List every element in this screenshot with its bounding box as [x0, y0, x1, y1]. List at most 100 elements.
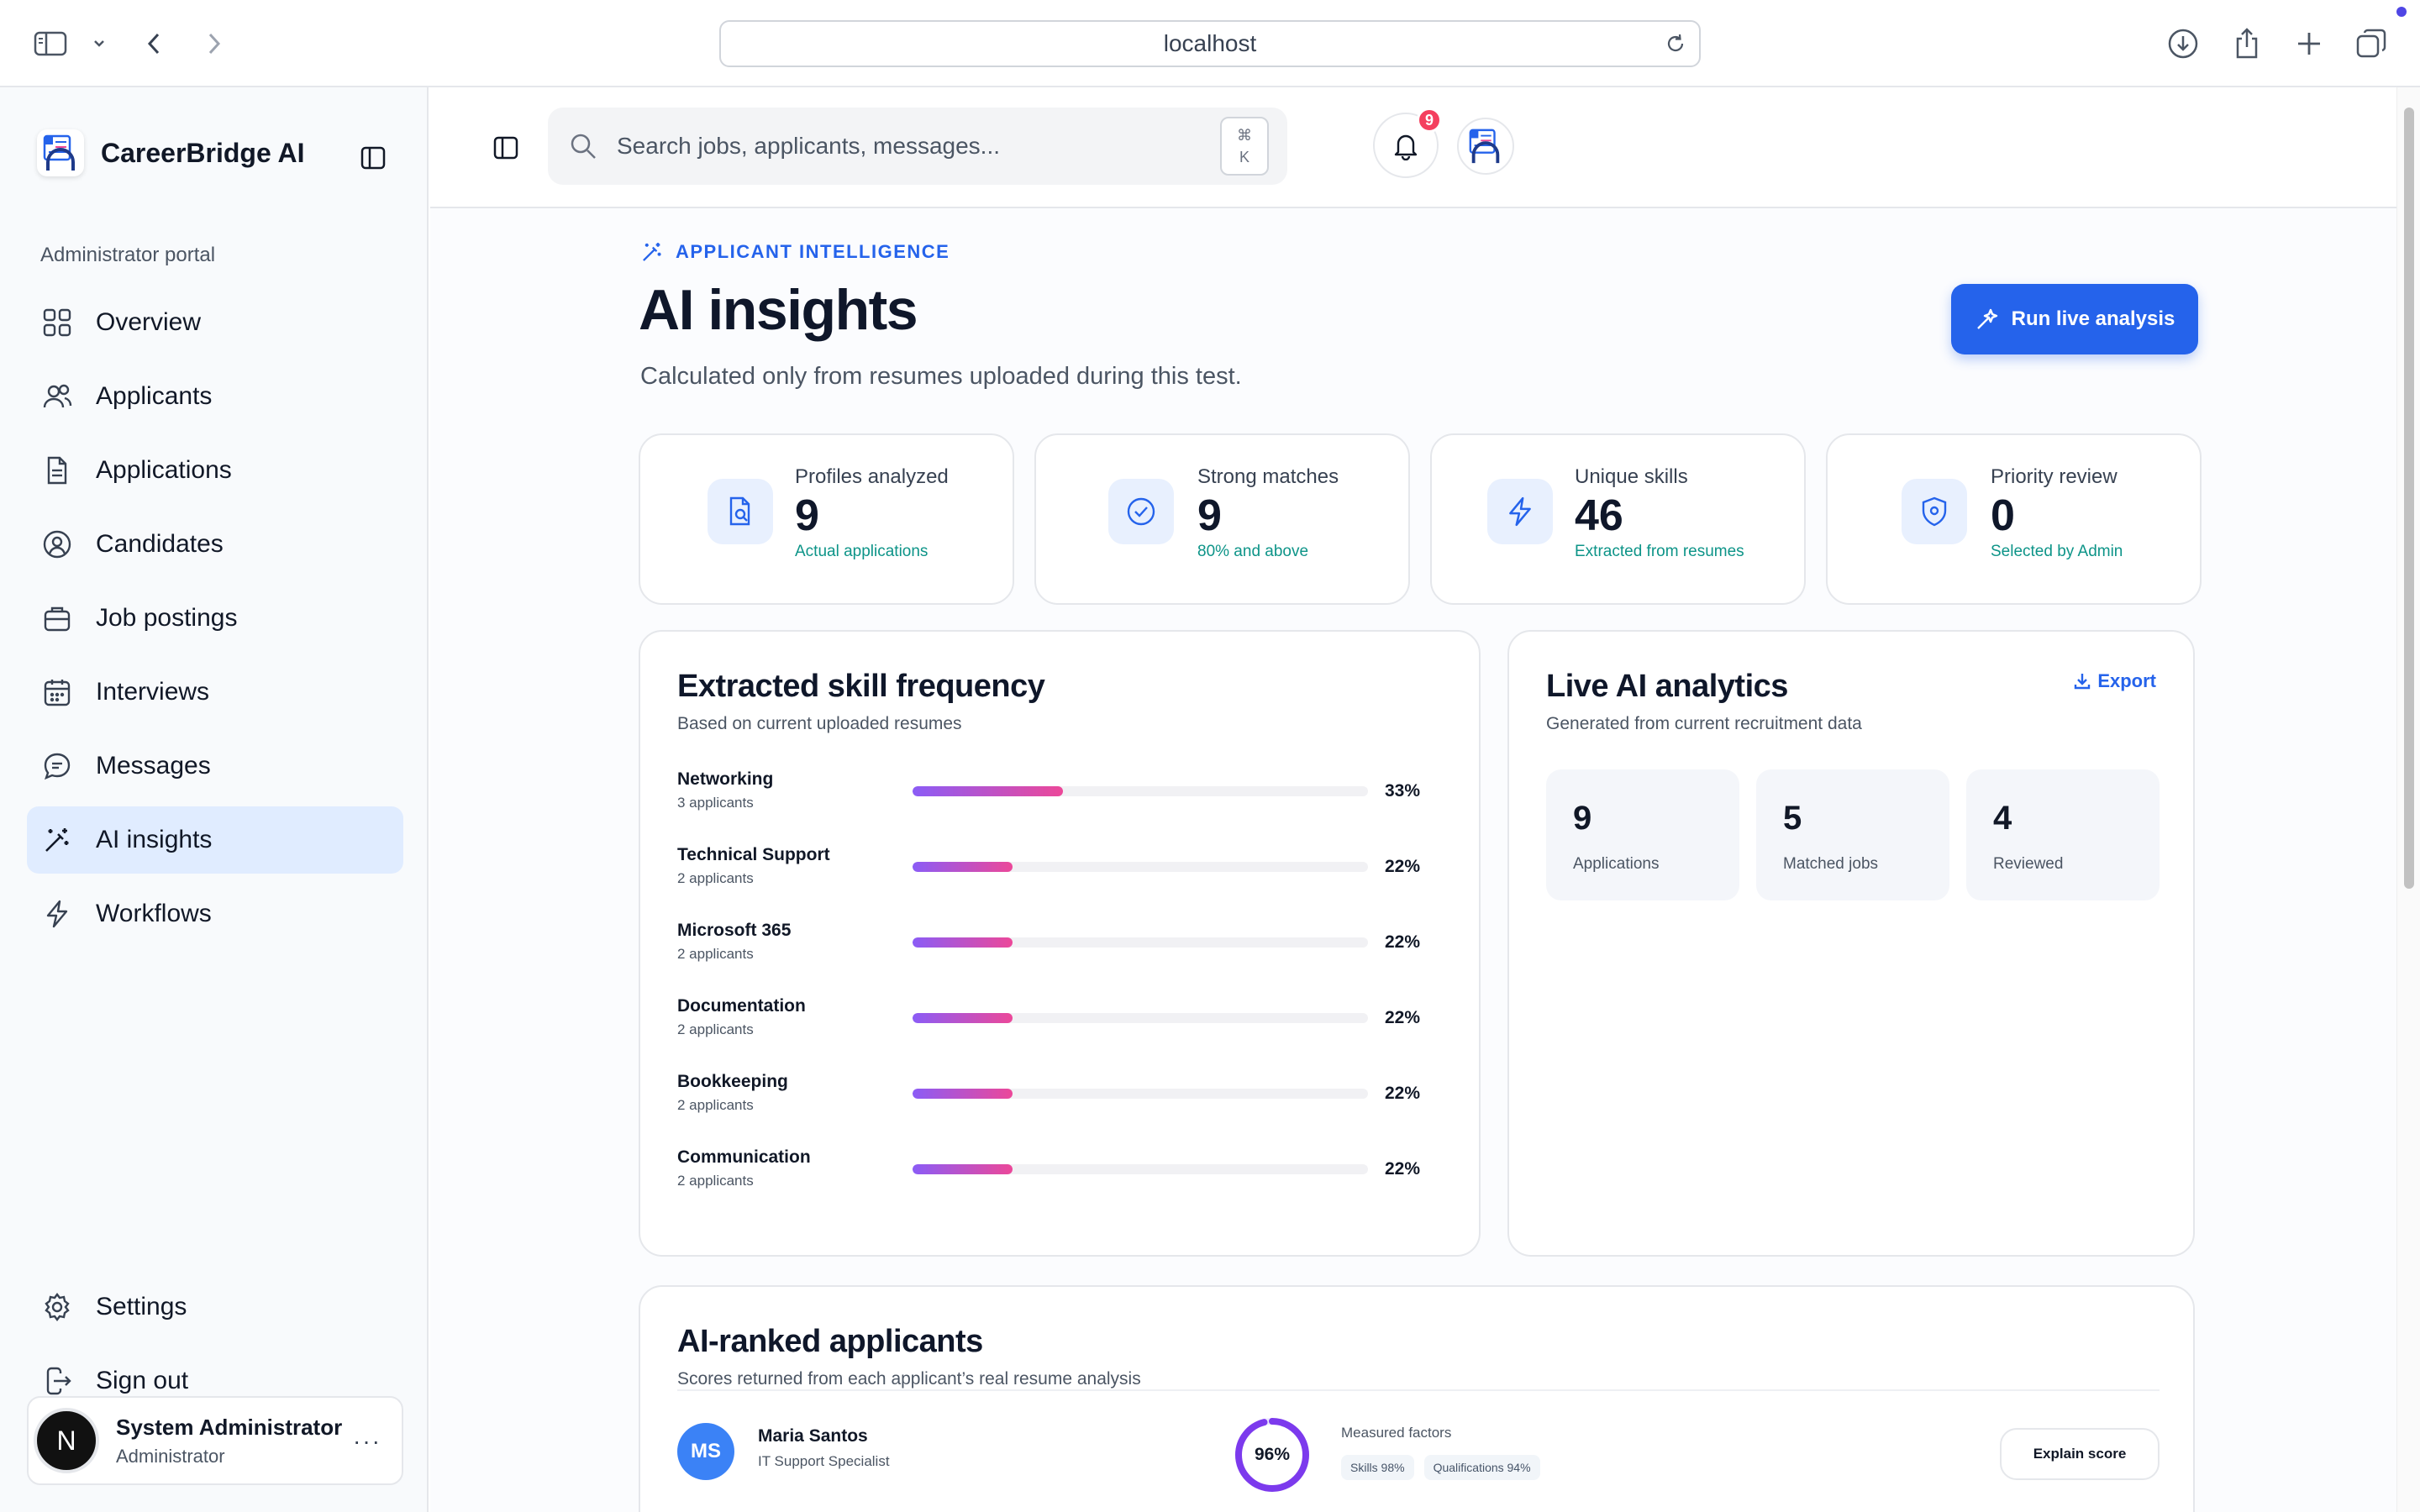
sidebar-item-messages[interactable]: Messages [27, 732, 403, 800]
export-button[interactable]: Export [2072, 670, 2156, 692]
sidebar-item-workflows[interactable]: Workflows [27, 880, 403, 948]
export-label: Export [2097, 670, 2156, 691]
stat-value: 9 [795, 491, 819, 540]
skill-name: Technical Support [677, 845, 830, 864]
skill-percent: 22% [1385, 1159, 1421, 1179]
sidebar-nav: Overview Applicants Applications Candida… [27, 289, 403, 954]
card-subtitle: Scores returned from each applicant’s re… [677, 1369, 1141, 1389]
forward-icon[interactable] [195, 25, 232, 62]
chevron-down-icon[interactable] [81, 25, 118, 62]
skill-name: Documentation [677, 996, 806, 1016]
grid-icon [40, 306, 74, 339]
skill-percent: 33% [1385, 781, 1421, 801]
stat-label: Strong matches [1197, 465, 1339, 488]
sidebar-item-ai-insights[interactable]: AI insights [27, 806, 403, 874]
skill-bar-fill [913, 786, 1063, 796]
metric-label: Applications [1573, 855, 1660, 873]
page-eyebrow: APPLICANT INTELLIGENCE [640, 240, 950, 264]
skill-row: Technical Support 2 applicants 22% [677, 845, 1434, 895]
briefcase-icon [40, 601, 74, 635]
users-icon [40, 380, 74, 413]
user-role: Administrator [116, 1445, 225, 1467]
skill-name: Networking [677, 769, 774, 789]
explain-score-button[interactable]: Explain score [2000, 1428, 2160, 1480]
sidebar-item-label: Job postings [96, 604, 238, 632]
new-tab-icon[interactable] [2291, 25, 2328, 62]
stat-value: 0 [1991, 491, 2015, 540]
sidebar-item-candidates[interactable]: Candidates [27, 511, 403, 578]
shield-icon [1902, 479, 1967, 544]
download-icon[interactable] [2165, 25, 2202, 62]
sidebar-item-applicants[interactable]: Applicants [27, 363, 403, 430]
metric-tile-matched-jobs: 5 Matched jobs [1756, 769, 1949, 900]
lightning-icon [40, 897, 74, 931]
skill-count: 2 applicants [677, 1173, 754, 1189]
live-analytics-card: Live AI analytics Generated from current… [1507, 630, 2195, 1257]
document-search-icon [708, 479, 773, 544]
tab-overview-icon[interactable] [2353, 25, 2390, 62]
brand-name: CareerBridge AI [101, 137, 305, 168]
run-live-analysis-button[interactable]: Run live analysis [1951, 284, 2198, 354]
gear-icon [40, 1290, 74, 1324]
measured-factors: Measured factors Skills 98% Qualificatio… [1341, 1425, 1540, 1480]
card-title: AI-ranked applicants [677, 1324, 983, 1359]
notification-count-badge: 9 [1417, 108, 1442, 133]
profile-avatar[interactable] [1457, 118, 1514, 175]
skill-row: Documentation 2 applicants 22% [677, 996, 1434, 1047]
skill-percent: 22% [1385, 857, 1421, 876]
sidebar-item-overview[interactable]: Overview [27, 289, 403, 356]
stat-note: Extracted from resumes [1575, 543, 1744, 560]
scrollbar-thumb[interactable] [2404, 108, 2414, 889]
skill-percent: 22% [1385, 932, 1421, 952]
stat-card-unique-skills: Unique skills 46 Extracted from resumes [1430, 433, 1806, 605]
share-icon[interactable] [2228, 25, 2265, 62]
search-input[interactable] [617, 133, 1220, 160]
skill-row: Bookkeeping 2 applicants 22% [677, 1072, 1434, 1122]
scrollbar[interactable] [2396, 87, 2420, 1512]
back-icon[interactable] [136, 25, 173, 62]
magic-wand-icon [40, 823, 74, 857]
avatar: MS [677, 1423, 734, 1480]
page-subtitle: Calculated only from resumes uploaded du… [640, 363, 1242, 390]
address-bar[interactable]: localhost [719, 20, 1701, 67]
page-title: AI insights [639, 278, 918, 342]
sidebar: CareerBridge AI Administrator portal Ove… [0, 87, 429, 1512]
skill-bar-track [913, 786, 1368, 796]
sidebar-item-applications[interactable]: Applications [27, 437, 403, 504]
skill-bar-fill [913, 1013, 1013, 1023]
skill-bar-track [913, 862, 1368, 872]
applicant-row[interactable]: MS Maria Santos IT Support Specialist 96… [677, 1415, 2160, 1492]
card-subtitle: Based on current uploaded resumes [677, 714, 962, 733]
skill-count: 3 applicants [677, 795, 754, 811]
more-options-icon[interactable]: ··· [353, 1428, 381, 1455]
card-title: Extracted skill frequency [677, 669, 1045, 704]
browser-toolbar: localhost [0, 0, 2420, 87]
metric-value: 4 [1993, 800, 2012, 837]
brand[interactable]: CareerBridge AI [37, 129, 304, 176]
factor-chip: Skills 98% [1341, 1455, 1414, 1480]
stat-note: Selected by Admin [1991, 543, 2123, 560]
stat-value: 46 [1575, 491, 1623, 540]
sidebar-toggle-icon[interactable] [32, 25, 69, 62]
sidebar-item-settings[interactable]: Settings [27, 1273, 403, 1341]
reload-icon[interactable] [1664, 32, 1687, 61]
brand-logo-icon [37, 129, 84, 176]
skill-bar-fill [913, 937, 1013, 948]
applicant-name: Maria Santos [758, 1426, 868, 1446]
sidebar-item-job-postings[interactable]: Job postings [27, 585, 403, 652]
main-content: APPLICANT INTELLIGENCE AI insights Calcu… [430, 208, 2396, 1512]
toggle-panel-icon[interactable] [489, 131, 523, 165]
sidebar-item-interviews[interactable]: Interviews [27, 659, 403, 726]
metric-label: Reviewed [1993, 855, 2064, 873]
factors-title: Measured factors [1341, 1425, 1452, 1441]
skill-name: Communication [677, 1147, 811, 1167]
sidebar-item-label: Messages [96, 752, 211, 780]
skill-name: Microsoft 365 [677, 921, 792, 940]
metric-tile-reviewed: 4 Reviewed [1966, 769, 2160, 900]
skill-frequency-card: Extracted skill frequency Based on curre… [639, 630, 1481, 1257]
skill-count: 2 applicants [677, 870, 754, 886]
stat-card-profiles: Profiles analyzed 9 Actual applications [639, 433, 1014, 605]
user-card[interactable]: N System Administrator Administrator ··· [27, 1396, 403, 1485]
collapse-sidebar-icon[interactable] [356, 141, 390, 175]
notifications-button[interactable]: 9 [1373, 108, 1442, 178]
